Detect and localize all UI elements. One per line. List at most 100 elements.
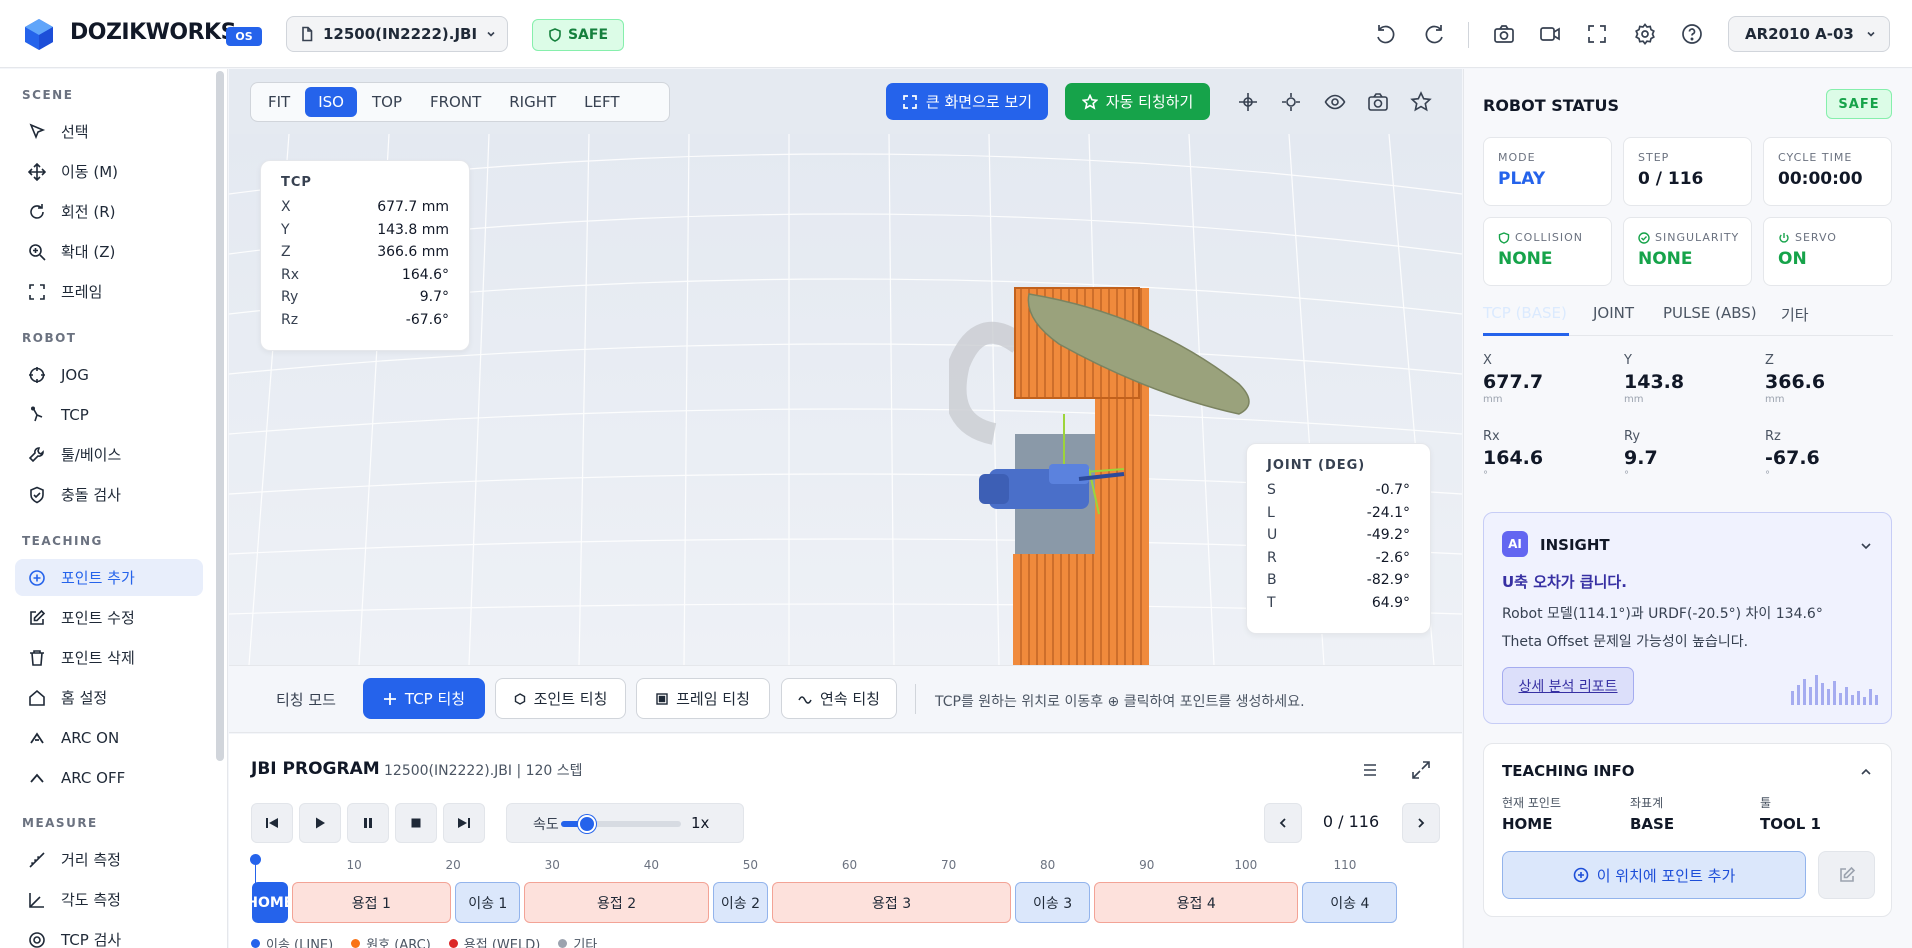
chevron-down-icon[interactable] [1859, 539, 1873, 553]
shield-icon [27, 485, 47, 505]
os-badge: OS [226, 27, 262, 46]
auto-teach-button[interactable]: 자동 티칭하기 [1065, 83, 1210, 120]
sidebar-item-jog[interactable]: JOG [15, 356, 203, 393]
favorite-star-icon[interactable] [1410, 91, 1432, 113]
fullscreen-icon[interactable] [1585, 22, 1609, 46]
stat-label: STEP [1638, 151, 1670, 164]
sidebar-item-rotate[interactable]: 회전 (R) [15, 193, 203, 230]
coord-value: -67.6 [1765, 447, 1820, 469]
view-front-button[interactable]: FRONT [417, 87, 494, 117]
sidebar-item-tool-base[interactable]: 툴/베이스 [15, 436, 203, 473]
video-icon[interactable] [1538, 22, 1562, 46]
skip-end-button[interactable] [443, 803, 485, 843]
timeline-segment-weld[interactable]: 용접 2 [524, 882, 709, 923]
focus-icon[interactable] [1280, 91, 1302, 113]
legend-line-dot [251, 939, 260, 948]
sidebar-item-arc-off[interactable]: ARC OFF [15, 759, 203, 796]
view-iso-button[interactable]: ISO [305, 87, 357, 117]
tcp-card-title: TCP [281, 175, 312, 190]
timeline-segment-weld[interactable]: 용접 3 [772, 882, 1011, 923]
sidebar-scrollbar[interactable] [216, 71, 224, 761]
tcp-row-ry: Ry 9.7° [281, 286, 449, 309]
tcp-teach-button[interactable]: TCP 티칭 [363, 678, 485, 719]
timeline-segment-move[interactable]: 이송 2 [712, 882, 769, 923]
timeline-segment-home[interactable]: HOME [246, 882, 293, 923]
sidebar-item-tcp[interactable]: TCP [15, 396, 203, 433]
tcp-readout-card: TCP X 677.7 mm Y 143.8 mm Z 366.6 mm Rx 164.… [260, 160, 470, 351]
top-header: DOZIKWORKS OS 12500(IN2222).JBI SAFE AR2… [0, 0, 1912, 68]
joint-key: R [1267, 549, 1277, 566]
3d-viewport[interactable]: TCP X 677.7 mm Y 143.8 mm Z 366.6 mm Rx 164.… [229, 69, 1462, 665]
detail-report-button[interactable]: 상세 분석 리포트 [1502, 667, 1634, 705]
sidebar-item-add-point[interactable]: 포인트 추가 [15, 559, 203, 596]
sidebar-item-zoom[interactable]: 확대 (Z) [15, 233, 203, 270]
sidebar-item-frame[interactable]: 프레임 [15, 273, 203, 310]
sidebar-item-select[interactable]: 선택 [15, 113, 203, 150]
next-step-button[interactable] [1402, 803, 1440, 843]
speed-value: 1x [691, 814, 710, 832]
move-gizmo-icon[interactable] [1237, 91, 1259, 113]
sidebar-item-delete-point[interactable]: 포인트 삭제 [15, 639, 203, 676]
continuous-teach-button[interactable]: 연속 티칭 [781, 678, 897, 719]
tcp-value: -67.6° [405, 311, 449, 328]
gear-icon[interactable] [1633, 22, 1657, 46]
prev-step-button[interactable] [1264, 803, 1302, 843]
speed-slider[interactable] [561, 815, 681, 833]
timeline-segment-move[interactable]: 이송 1 [455, 882, 521, 923]
skip-start-button[interactable] [251, 803, 293, 843]
timeline-segment-move[interactable]: 이송 3 [1014, 882, 1091, 923]
file-dropdown[interactable]: 12500(IN2222).JBI [286, 16, 508, 52]
ti-value: TOOL 1 [1760, 815, 1821, 833]
view-right-button[interactable]: RIGHT [496, 87, 569, 117]
speed-slider-knob[interactable] [578, 815, 597, 833]
edit-icon [1838, 866, 1856, 884]
timeline-segment-weld[interactable]: 용접 1 [291, 882, 452, 923]
big-view-label: 큰 화면으로 보기 [925, 93, 1033, 111]
sidebar-item-edit-point[interactable]: 포인트 수정 [15, 599, 203, 636]
sidebar-item-label: 툴/베이스 [61, 446, 122, 464]
sidebar-item-angle[interactable]: 각도 측정 [15, 881, 203, 918]
tcp-value: 143.8 mm [377, 221, 449, 238]
target-icon [27, 930, 47, 948]
ai-insight-card: AI INSIGHT U축 오차가 큽니다. Robot 모델(114.1°)과… [1483, 512, 1892, 724]
eye-icon[interactable] [1324, 91, 1346, 113]
sidebar-item-tcp-check[interactable]: TCP 검사 [15, 921, 203, 948]
insight-title: INSIGHT [1540, 536, 1610, 554]
help-icon[interactable] [1680, 22, 1704, 46]
snapshot-icon[interactable] [1367, 91, 1389, 113]
view-left-button[interactable]: LEFT [571, 87, 632, 117]
frame-teach-button[interactable]: 프레임 티칭 [636, 678, 770, 719]
tab-joint[interactable]: JOINT [1593, 304, 1634, 322]
undo-icon[interactable] [1374, 22, 1398, 46]
timeline-segment-weld[interactable]: 용접 4 [1094, 882, 1299, 923]
edit-point-button[interactable] [1818, 851, 1875, 899]
stop-button[interactable] [395, 803, 437, 843]
list-icon[interactable] [1359, 759, 1381, 781]
chevron-down-icon [1865, 28, 1877, 40]
redo-icon[interactable] [1422, 22, 1446, 46]
add-point-here-button[interactable]: 이 위치에 포인트 추가 [1502, 851, 1806, 899]
chevron-up-icon[interactable] [1859, 765, 1873, 779]
pause-button[interactable] [347, 803, 389, 843]
view-fit-button[interactable]: FIT [255, 87, 303, 117]
timeline-segment-move[interactable]: 이송 4 [1302, 882, 1398, 923]
tab-tcp-base[interactable]: TCP (BASE) [1483, 304, 1567, 322]
tab-pulse-abs[interactable]: PULSE (ABS) [1663, 304, 1757, 322]
big-view-button[interactable]: 큰 화면으로 보기 [886, 83, 1048, 120]
tab-other[interactable]: 기타 [1781, 304, 1809, 325]
sidebar-item-distance[interactable]: 거리 측정 [15, 841, 203, 878]
joint-teach-button[interactable]: 조인트 티칭 [495, 678, 626, 719]
expand-panel-icon[interactable] [1410, 759, 1432, 781]
camera-icon[interactable] [1492, 22, 1516, 46]
sidebar-item-label: ARC ON [61, 728, 120, 747]
timeline-playhead[interactable] [250, 854, 261, 865]
sidebar-item-home-setting[interactable]: 홈 설정 [15, 679, 203, 716]
section-robot: ROBOT [22, 331, 77, 345]
view-top-button[interactable]: TOP [359, 87, 415, 117]
sidebar-item-collision-check[interactable]: 충돌 검사 [15, 476, 203, 513]
sidebar-item-move[interactable]: 이동 (M) [15, 153, 203, 190]
play-button[interactable] [299, 803, 341, 843]
robot-model-dropdown[interactable]: AR2010 A-03 [1728, 16, 1890, 52]
sidebar-item-arc-on[interactable]: ARC ON [15, 719, 203, 756]
plus-circle-icon [27, 568, 47, 588]
